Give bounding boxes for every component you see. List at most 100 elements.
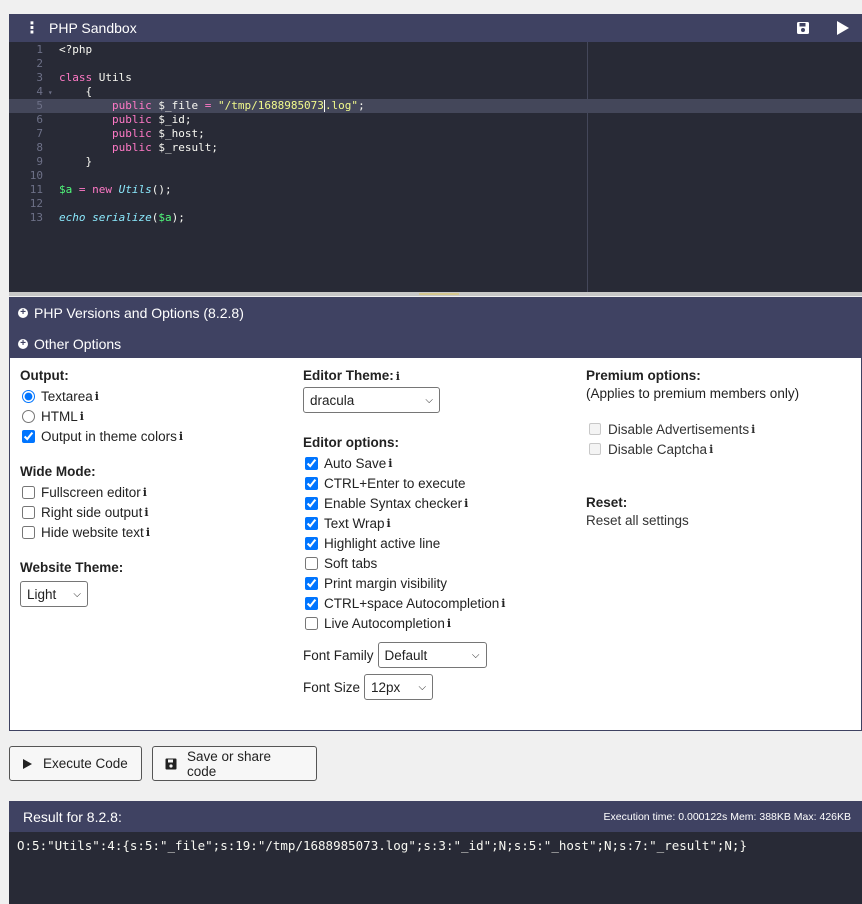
- code-token: );: [171, 211, 185, 224]
- option-label: Highlight active line: [324, 535, 441, 551]
- code-text: public $_result;: [59, 141, 218, 155]
- editor-line[interactable]: 11 $a = new Utils();: [9, 183, 862, 197]
- plus-circle-icon: +: [18, 338, 28, 349]
- run-icon[interactable]: [836, 20, 850, 36]
- checkbox[interactable]: [22, 525, 35, 539]
- editor-option-ctrl-space-autocompletion[interactable]: CTRL+space Autocompletion i: [303, 593, 573, 613]
- checkbox[interactable]: [305, 556, 318, 570]
- other-options-section-toggle[interactable]: + Other Options: [9, 328, 862, 359]
- wide-mode-heading: Wide Mode:: [20, 464, 96, 479]
- info-icon[interactable]: i: [143, 486, 147, 499]
- code-text: public $_file = "/tmp/1688985073.log";: [59, 99, 365, 113]
- chevron-down-icon: ⌵: [425, 394, 433, 406]
- kebab-menu-icon[interactable]: ⋮: [21, 18, 43, 38]
- radio-button[interactable]: [22, 389, 35, 403]
- editor-option-text-wrap[interactable]: Text Wrap i: [303, 513, 573, 533]
- editor-resize-handle[interactable]: [9, 292, 862, 296]
- checkbox[interactable]: [305, 476, 318, 490]
- code-token: $_file: [158, 99, 199, 112]
- checkbox[interactable]: [305, 616, 318, 630]
- editor-options-heading: Editor options:: [303, 435, 399, 450]
- checkbox[interactable]: [22, 485, 35, 499]
- checkbox[interactable]: [22, 429, 35, 443]
- info-icon[interactable]: i: [387, 517, 391, 530]
- editor-option-live-autocompletion[interactable]: Live Autocompletion i: [303, 613, 573, 633]
- info-icon[interactable]: i: [464, 497, 468, 510]
- editor-line[interactable]: 7 public $_host;: [9, 127, 862, 141]
- play-icon: [837, 21, 849, 35]
- editor-line[interactable]: 8 public $_result;: [9, 141, 862, 155]
- fold-arrow-icon[interactable]: ▾: [43, 86, 53, 100]
- info-icon[interactable]: i: [144, 506, 148, 519]
- reset-all-settings-link[interactable]: Reset all settings: [586, 513, 856, 528]
- result-output[interactable]: O:5:"Utils":4:{s:5:"_file";s:19:"/tmp/16…: [9, 832, 862, 904]
- info-icon[interactable]: i: [388, 457, 392, 470]
- editor-option-ctrl-enter-to-execute[interactable]: CTRL+Enter to execute: [303, 473, 573, 493]
- checkbox[interactable]: [305, 536, 318, 550]
- editor-line[interactable]: 12: [9, 197, 862, 211]
- line-number: 2: [36, 57, 43, 70]
- code-token: public: [59, 141, 159, 154]
- editor-line[interactable]: 13 echo serialize($a);: [9, 211, 862, 225]
- output-option-textarea[interactable]: Textarea i: [20, 386, 290, 406]
- save-share-button[interactable]: Save or share code: [152, 746, 317, 781]
- checkbox[interactable]: [22, 505, 35, 519]
- resize-grip[interactable]: [419, 293, 459, 295]
- chevron-down-icon: ⌵: [471, 649, 480, 661]
- editor-line[interactable]: 4 ▾ {: [9, 85, 862, 99]
- checkbox[interactable]: [305, 516, 318, 530]
- output-option-html[interactable]: HTML i: [20, 406, 290, 426]
- php-versions-section-toggle[interactable]: + PHP Versions and Options (8.2.8): [9, 297, 862, 328]
- checkbox[interactable]: [305, 456, 318, 470]
- radio-button[interactable]: [22, 409, 35, 423]
- code-editor[interactable]: 1 <?php 2 3 class Utils 4 ▾ {5 public $_file …: [9, 42, 862, 293]
- checkbox[interactable]: [305, 596, 318, 610]
- website-theme-value: Light: [27, 586, 57, 602]
- code-token: ;: [184, 113, 192, 126]
- code-text: <?php: [59, 43, 92, 57]
- save-icon[interactable]: [796, 21, 810, 35]
- editor-option-auto-save[interactable]: Auto Save i: [303, 453, 573, 473]
- editor-theme-select[interactable]: dracula ⌵: [303, 387, 440, 413]
- info-icon[interactable]: i: [396, 370, 400, 383]
- line-number: 9: [36, 155, 43, 168]
- editor-line[interactable]: 2: [9, 57, 862, 71]
- wide-mode-right-side-output[interactable]: Right side output i: [20, 502, 290, 522]
- font-size-select[interactable]: 12px ⌵: [364, 674, 434, 700]
- execute-code-button[interactable]: Execute Code: [9, 746, 142, 781]
- line-number: 1: [36, 43, 43, 56]
- plus-circle-icon: +: [18, 307, 28, 318]
- info-icon[interactable]: i: [179, 430, 183, 443]
- info-icon[interactable]: i: [709, 443, 713, 456]
- editor-line[interactable]: 9 }: [9, 155, 862, 169]
- font-family-label: Font Family: [303, 647, 374, 663]
- editor-option-enable-syntax-checker[interactable]: Enable Syntax checker i: [303, 493, 573, 513]
- checkbox[interactable]: [305, 576, 318, 590]
- font-family-select[interactable]: Default ⌵: [377, 642, 487, 668]
- info-icon[interactable]: i: [447, 617, 451, 630]
- wide-mode-fullscreen-editor[interactable]: Fullscreen editor i: [20, 482, 290, 502]
- editor-option-print-margin-visibility[interactable]: Print margin visibility: [303, 573, 573, 593]
- output-heading: Output:: [20, 368, 69, 383]
- code-token: serialize: [92, 211, 152, 224]
- editor-option-soft-tabs[interactable]: Soft tabs: [303, 553, 573, 573]
- info-icon[interactable]: i: [501, 597, 505, 610]
- editor-line[interactable]: 3 class Utils: [9, 71, 862, 85]
- website-theme-select[interactable]: Light ⌵: [20, 581, 88, 607]
- editor-line[interactable]: 10: [9, 169, 862, 183]
- info-icon[interactable]: i: [95, 390, 99, 403]
- editor-line[interactable]: 1 <?php: [9, 43, 862, 57]
- editor-line[interactable]: 6 public $_id;: [9, 113, 862, 127]
- option-label: Hide website text: [41, 524, 144, 540]
- code-token: $a: [158, 211, 172, 224]
- info-icon[interactable]: i: [146, 526, 150, 539]
- info-icon[interactable]: i: [751, 423, 755, 436]
- execution-stats: Execution time: 0.000122s Mem: 388KB Max…: [603, 810, 851, 823]
- output-option-output-in-theme-colors[interactable]: Output in theme colors i: [20, 426, 290, 446]
- info-icon[interactable]: i: [80, 410, 84, 423]
- wide-mode-hide-website-text[interactable]: Hide website text i: [20, 522, 290, 542]
- code-text: {: [59, 85, 92, 99]
- checkbox[interactable]: [305, 496, 318, 510]
- editor-line[interactable]: 5 public $_file = "/tmp/1688985073.log";: [9, 99, 862, 113]
- editor-option-highlight-active-line[interactable]: Highlight active line: [303, 533, 573, 553]
